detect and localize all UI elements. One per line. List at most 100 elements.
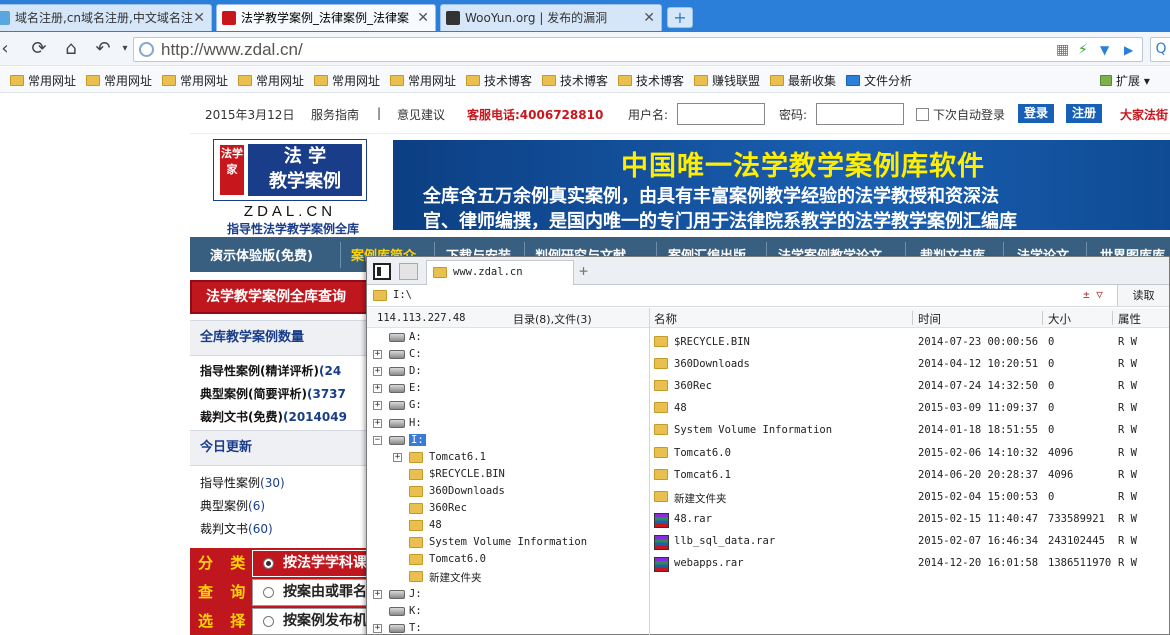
- file-time: 2015-02-07 16:46:34: [918, 534, 1039, 547]
- file-row[interactable]: 48.rar 2015-02-15 11:40:47 733589921 R W: [650, 508, 1169, 530]
- view-icon[interactable]: [399, 263, 418, 280]
- chevron-down-icon[interactable]: ▼: [1100, 41, 1109, 59]
- lightning-icon[interactable]: ⚡: [1078, 41, 1088, 59]
- file-row[interactable]: 48 2015-03-09 11:09:37 0 R W: [650, 397, 1169, 419]
- bookmark-folder[interactable]: 常用网址: [390, 72, 456, 89]
- remember-checkbox[interactable]: [916, 108, 929, 121]
- bookmark-folder[interactable]: 常用网址: [10, 72, 76, 89]
- file-size: 0: [1048, 490, 1055, 503]
- close-icon[interactable]: ✕: [193, 5, 205, 31]
- expand-icon[interactable]: +: [373, 623, 382, 633]
- browser-tab-1[interactable]: 域名注册,cn域名注册,中文域名注 ✕: [0, 4, 212, 31]
- today-row[interactable]: 典型案例(6): [200, 497, 265, 514]
- expand-icon[interactable]: +: [373, 350, 382, 360]
- bookmark-folder[interactable]: 常用网址: [238, 72, 304, 89]
- file-row[interactable]: 360Rec 2014-07-24 14:32:50 0 R W: [650, 375, 1169, 397]
- class-option-cause[interactable]: 按案由或罪名: [252, 579, 370, 606]
- bookmark-folder[interactable]: 技术博客: [542, 72, 608, 89]
- count-row[interactable]: 裁判文书(免费)(2014049: [200, 408, 347, 425]
- bookmark-folder[interactable]: 最新收集: [770, 72, 836, 89]
- file-row[interactable]: $RECYCLE.BIN 2014-07-23 00:00:56 0 R W: [650, 331, 1169, 353]
- tree-item-label: Tomcat6.0: [429, 553, 486, 566]
- col-time[interactable]: 时间: [918, 311, 941, 327]
- register-button[interactable]: 注册: [1066, 104, 1103, 123]
- site-logo[interactable]: 法学家 法 学 教学案例 ZDAL.CN 指导性法学教学案例全库: [213, 139, 367, 236]
- extensions-button[interactable]: 扩展 ▾: [1100, 72, 1150, 89]
- tree-item-label: $RECYCLE.BIN: [429, 467, 505, 480]
- file-row[interactable]: Tomcat6.1 2014-06-20 20:28:37 4096 R W: [650, 464, 1169, 486]
- collapse-icon[interactable]: −: [373, 435, 382, 445]
- file-row[interactable]: Tomcat6.0 2015-02-06 14:10:32 4096 R W: [650, 442, 1169, 464]
- bookmark-folder[interactable]: 常用网址: [162, 72, 228, 89]
- today-row[interactable]: 裁判文书(60): [200, 520, 273, 537]
- logo-tagline: 指导性法学教学案例全库: [226, 222, 359, 236]
- tree-item-label: 48: [429, 519, 442, 532]
- expand-icon[interactable]: +: [373, 367, 382, 377]
- class-option-publisher[interactable]: 按案例发布机: [252, 608, 370, 635]
- service-guide-link[interactable]: 服务指南: [311, 106, 359, 123]
- logo-title-line2: 教学案例: [269, 171, 341, 192]
- undo-icon[interactable]: ↶: [92, 38, 114, 60]
- new-tab-button[interactable]: +: [667, 7, 693, 28]
- col-name[interactable]: 名称: [654, 311, 677, 327]
- qrcode-icon[interactable]: ▦: [1056, 41, 1069, 59]
- login-button[interactable]: 登录: [1018, 104, 1055, 123]
- tree-item-label: T:: [409, 621, 422, 634]
- refresh-icon[interactable]: ⟳: [28, 38, 50, 60]
- search-icon[interactable]: Q: [1150, 37, 1170, 62]
- password-input[interactable]: [816, 103, 904, 125]
- file-row[interactable]: System Volume Information 2014-01-18 18:5…: [650, 419, 1169, 441]
- folder-icon: [409, 554, 423, 566]
- file-row[interactable]: 新建文件夹 2015-02-04 15:00:53 0 R W: [650, 486, 1169, 508]
- bookmark-file-analysis[interactable]: 文件分析: [846, 72, 912, 89]
- close-icon[interactable]: ✕: [643, 5, 655, 31]
- bookmark-folder[interactable]: 常用网址: [314, 72, 380, 89]
- username-input[interactable]: [677, 103, 765, 125]
- address-bar[interactable]: http://www.zdal.cn/ ▦ ⚡ ▼ ▶: [133, 37, 1143, 62]
- file-size: 243102445: [1048, 534, 1105, 547]
- logo-domain: ZDAL.CN: [243, 203, 337, 220]
- file-row[interactable]: llb_sql_data.rar 2015-02-07 16:46:34 24310…: [650, 530, 1169, 552]
- expand-icon[interactable]: +: [373, 589, 382, 599]
- bookmark-folder[interactable]: 技术博客: [618, 72, 684, 89]
- path-input[interactable]: I:\: [393, 289, 412, 301]
- back-icon[interactable]: ‹: [0, 38, 16, 60]
- tree-item-label: A:: [409, 331, 422, 343]
- add-tab-icon[interactable]: +: [579, 262, 588, 280]
- file-attr: R W: [1118, 557, 1137, 569]
- col-size[interactable]: 大小: [1048, 311, 1071, 327]
- feedback-link[interactable]: 意见建议: [397, 106, 445, 123]
- file-row[interactable]: 360Downloads 2014-04-12 10:20:51 0 R W: [650, 353, 1169, 375]
- count-row[interactable]: 指导性案例(精详评析)(24: [200, 362, 341, 379]
- home-icon[interactable]: ⌂: [60, 38, 82, 60]
- url-text[interactable]: http://www.zdal.cn/: [161, 40, 303, 60]
- expand-icon[interactable]: +: [373, 384, 382, 394]
- file-name: webapps.rar: [674, 557, 744, 569]
- expand-icon[interactable]: +: [373, 418, 382, 428]
- banner-headline: 中国唯一法学教学案例库软件: [621, 151, 985, 182]
- go-arrow-icon[interactable]: ▶: [1124, 41, 1133, 59]
- read-button[interactable]: 读取: [1117, 285, 1169, 306]
- close-icon[interactable]: ✕: [417, 5, 429, 31]
- tree-item-label: System Volume Information: [429, 536, 588, 549]
- browser-tab-2[interactable]: 法学教学案例_法律案例_法律案 ✕: [216, 4, 436, 31]
- browser-tab-3[interactable]: WooYun.org | 发布的漏洞 ✕: [440, 4, 662, 31]
- col-attr[interactable]: 属性: [1118, 311, 1141, 327]
- bookmark-folder[interactable]: 赚钱联盟: [694, 72, 760, 89]
- fm-tab[interactable]: www.zdal.cn: [426, 260, 574, 285]
- panel-toggle-icon[interactable]: [373, 263, 391, 280]
- expand-icon[interactable]: +: [373, 401, 382, 411]
- file-row[interactable]: webapps.rar 2014-12-20 16:01:58 1386511970…: [650, 552, 1169, 574]
- count-row[interactable]: 典型案例(简要评析)(3737: [200, 385, 346, 402]
- bookmark-folder[interactable]: 常用网址: [86, 72, 152, 89]
- globe-icon: [139, 42, 154, 57]
- today-row[interactable]: 指导性案例(30): [200, 474, 285, 491]
- expand-icon[interactable]: +: [393, 452, 402, 462]
- bookmark-folder[interactable]: 技术博客: [466, 72, 532, 89]
- drive-icon: [389, 435, 405, 445]
- puzzle-icon: [1100, 75, 1112, 86]
- menu-item-demo[interactable]: 演示体验版(免费): [210, 245, 313, 264]
- site-favicon-icon: [0, 11, 10, 25]
- class-option-subject[interactable]: 按法学学科课: [252, 550, 370, 577]
- path-dropdown-icon[interactable]: ± ▽: [1083, 288, 1103, 301]
